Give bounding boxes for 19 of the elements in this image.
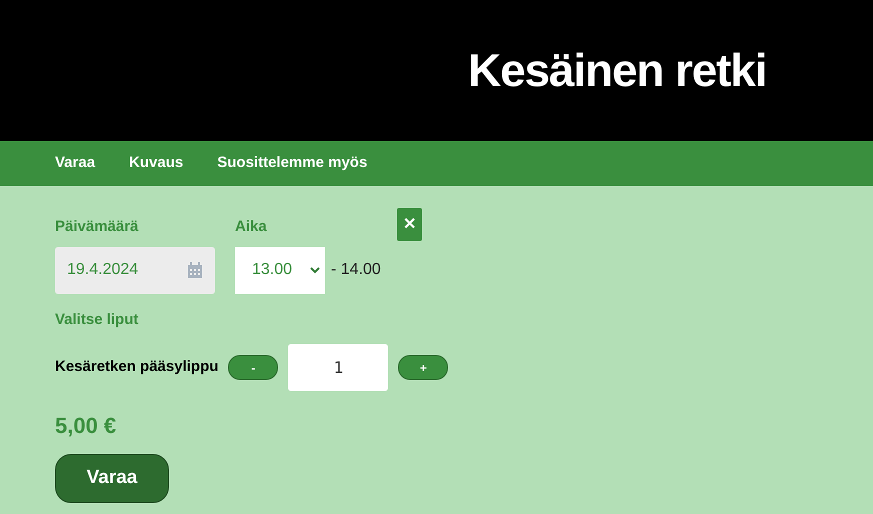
calendar-icon: [187, 262, 203, 278]
end-time: - 14.00: [331, 260, 381, 280]
chevron-down-icon: [310, 266, 320, 274]
time-select[interactable]: 13.00: [235, 246, 325, 294]
quantity-field[interactable]: 1: [288, 344, 388, 391]
book-button[interactable]: Varaa: [55, 454, 169, 503]
ticket-name: Kesäretken pääsylippu: [55, 357, 218, 378]
close-button[interactable]: ✕: [396, 208, 422, 241]
decrease-button[interactable]: -: [228, 355, 278, 380]
nav-link[interactable]: Suosittelemme myös: [217, 152, 368, 175]
nav-link[interactable]: Varaa: [55, 152, 96, 175]
date-label: Päivämäärä: [55, 217, 140, 237]
tickets-label: Valitse liput: [55, 310, 140, 330]
increase-button[interactable]: +: [398, 355, 448, 380]
date-field[interactable]: 19.4.2024: [55, 246, 215, 294]
nav-link[interactable]: Kuvaus: [129, 152, 184, 175]
page-title: Kesäinen retki: [468, 43, 766, 98]
time-label: Aika: [235, 217, 268, 237]
price: 5,00 €: [55, 412, 118, 440]
